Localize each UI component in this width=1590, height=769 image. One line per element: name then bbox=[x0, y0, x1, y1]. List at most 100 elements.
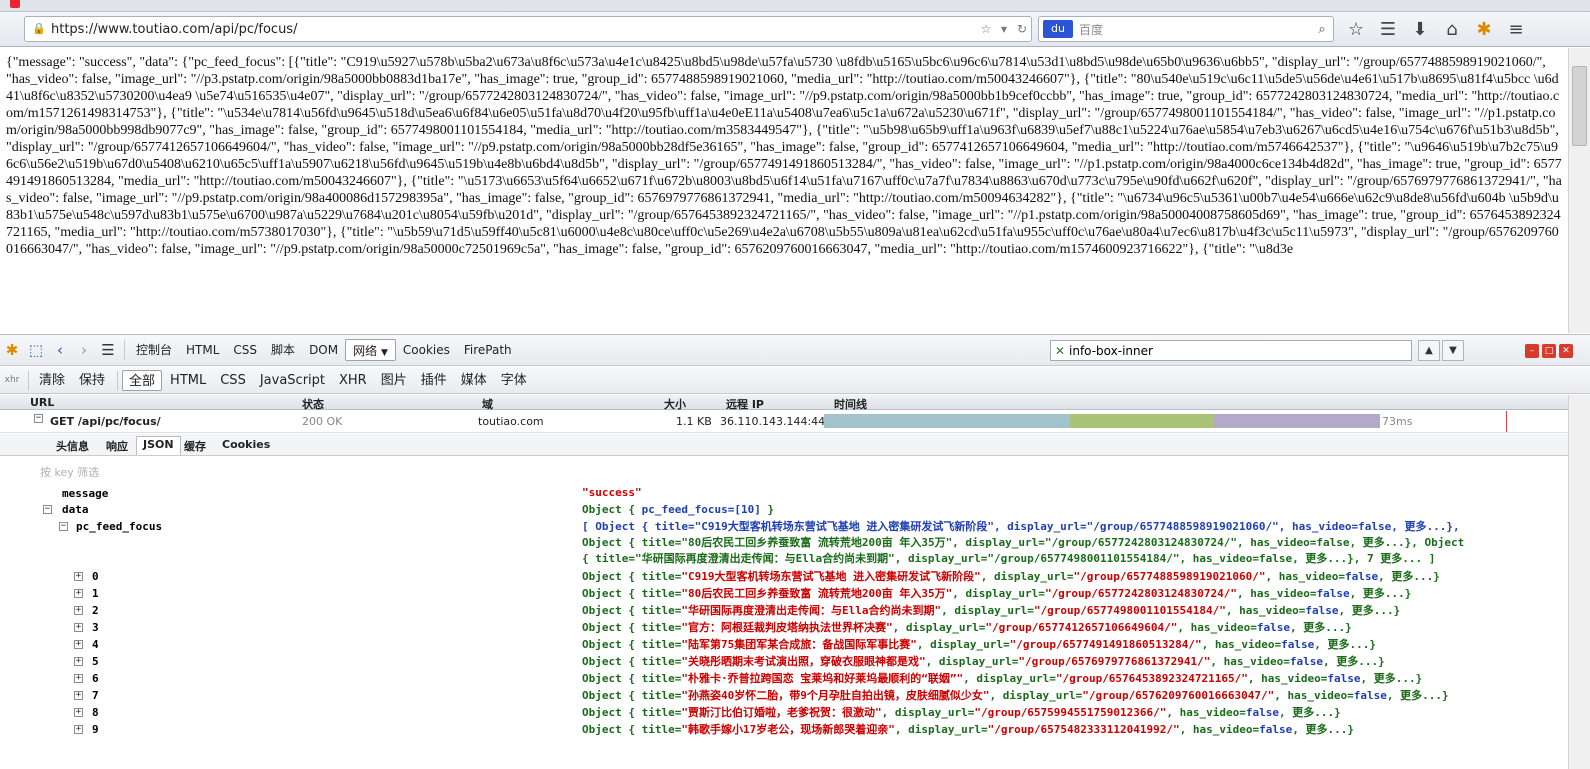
download-icon[interactable]: ⬇ bbox=[1404, 19, 1436, 40]
command-line-icon[interactable]: ☰ bbox=[96, 341, 120, 359]
more-label[interactable]: 更多... bbox=[1374, 672, 1416, 685]
clear-button[interactable]: 清除 bbox=[33, 370, 71, 391]
filter-plugins[interactable]: 插件 bbox=[415, 370, 453, 391]
expand-icon[interactable]: + bbox=[74, 674, 83, 683]
more-label[interactable]: 更多... bbox=[1352, 604, 1394, 617]
expand-icon[interactable]: + bbox=[74, 572, 83, 581]
filter-images[interactable]: 图片 bbox=[375, 370, 413, 391]
persist-button[interactable]: 保持 bbox=[73, 370, 111, 391]
tab-cookies[interactable]: Cookies bbox=[396, 339, 457, 361]
feed-item-index[interactable]: 5 bbox=[92, 655, 99, 669]
expand-icon[interactable]: + bbox=[74, 606, 83, 615]
dropdown-arrow-icon[interactable]: ▾ bbox=[995, 22, 1013, 36]
more-label[interactable]: 更多... bbox=[1336, 655, 1378, 668]
col-url[interactable]: URL bbox=[30, 396, 54, 409]
col-status[interactable]: 状态 bbox=[302, 396, 324, 412]
filter-xhr[interactable]: XHR bbox=[333, 370, 373, 391]
detach-icon[interactable]: □ bbox=[1542, 344, 1556, 358]
expand-icon[interactable]: + bbox=[74, 623, 83, 632]
subtab-response[interactable]: 响应 bbox=[100, 437, 134, 455]
close-icon[interactable]: ✕ bbox=[1559, 344, 1573, 358]
menu-icon[interactable]: ≡ bbox=[1500, 19, 1532, 40]
more-label[interactable]: 更多... bbox=[1391, 570, 1433, 583]
subtab-headers[interactable]: 头信息 bbox=[50, 437, 95, 455]
expand-icon[interactable]: + bbox=[74, 657, 83, 666]
json-filter-input[interactable]: 按 key 筛选 bbox=[40, 464, 99, 480]
more-label[interactable]: 更多... bbox=[1400, 689, 1442, 702]
firebug-search-box[interactable]: ✕ info-box-inner bbox=[1050, 340, 1412, 361]
filter-css[interactable]: CSS bbox=[214, 370, 252, 391]
more-label[interactable]: 更多... bbox=[1328, 638, 1370, 651]
firebug-bug-icon[interactable]: ✱ bbox=[0, 341, 24, 359]
search-bar[interactable]: du 百度 ⌕ bbox=[1038, 16, 1334, 42]
col-domain[interactable]: 域 bbox=[482, 396, 493, 412]
feed-item-index[interactable]: 3 bbox=[92, 621, 99, 635]
subtab-json[interactable]: JSON bbox=[136, 436, 181, 455]
filter-html[interactable]: HTML bbox=[164, 370, 212, 391]
home-icon[interactable]: ⌂ bbox=[1436, 19, 1468, 40]
firebug-icon[interactable]: ✱ bbox=[1468, 19, 1500, 40]
filter-all[interactable]: 全部 bbox=[122, 369, 163, 391]
filter-javascript[interactable]: JavaScript bbox=[254, 370, 331, 391]
feed-item-index[interactable]: 4 bbox=[92, 638, 99, 652]
search-icon[interactable]: ⌕ bbox=[1311, 22, 1333, 37]
request-row[interactable]: − GET /api/pc/focus/ 200 OK toutiao.com … bbox=[0, 411, 1568, 433]
more-label[interactable]: 更多... bbox=[1292, 706, 1334, 719]
request-label[interactable]: GET /api/pc/focus/ bbox=[50, 415, 161, 428]
timeline-segment-connecting bbox=[824, 414, 1070, 428]
search-next-button[interactable]: ▼ bbox=[1442, 340, 1464, 361]
inspect-icon[interactable]: ⬚ bbox=[24, 341, 48, 359]
subtab-cookies[interactable]: Cookies bbox=[216, 437, 276, 452]
search-input[interactable]: 百度 bbox=[1073, 21, 1311, 38]
col-size[interactable]: 大小 bbox=[664, 396, 686, 412]
tab-dom[interactable]: DOM bbox=[302, 339, 345, 361]
reload-icon[interactable]: ↻ bbox=[1013, 22, 1031, 36]
search-engine-icon[interactable]: du bbox=[1043, 20, 1073, 38]
feed-item-index[interactable]: 8 bbox=[92, 706, 99, 720]
expand-icon[interactable]: + bbox=[74, 725, 83, 734]
tab-css[interactable]: CSS bbox=[226, 339, 264, 361]
expand-icon[interactable]: + bbox=[74, 708, 83, 717]
col-remote-ip[interactable]: 远程 IP bbox=[726, 396, 764, 412]
search-prev-button[interactable]: ▲ bbox=[1418, 340, 1440, 361]
expand-icon[interactable]: + bbox=[74, 640, 83, 649]
subtab-cache[interactable]: 缓存 bbox=[178, 437, 212, 455]
bookmarks-list-icon[interactable]: ☰ bbox=[1372, 19, 1404, 40]
feed-item-index[interactable]: 7 bbox=[92, 689, 99, 703]
filter-fonts[interactable]: 字体 bbox=[495, 370, 533, 391]
more-label[interactable]: 更多... bbox=[1306, 723, 1348, 736]
collapse-icon[interactable]: − bbox=[43, 505, 52, 514]
tab-net[interactable]: 网络 ▼ bbox=[345, 339, 396, 361]
col-timeline[interactable]: 时间线 bbox=[834, 396, 867, 412]
feed-item-index[interactable]: 2 bbox=[92, 604, 99, 618]
expand-icon[interactable]: + bbox=[74, 589, 83, 598]
firebug-search-input[interactable]: info-box-inner bbox=[1069, 344, 1153, 358]
page-scrollbar[interactable] bbox=[1568, 48, 1590, 333]
more-label[interactable]: 更多... bbox=[1303, 621, 1345, 634]
bookmark-star-icon[interactable]: ☆ bbox=[1340, 19, 1372, 40]
feed-item-index[interactable]: 9 bbox=[92, 723, 99, 737]
feed-item-index[interactable]: 6 bbox=[92, 672, 99, 686]
more-label[interactable]: 更多... bbox=[1363, 587, 1405, 600]
tab-firepath[interactable]: FirePath bbox=[457, 339, 519, 361]
filter-media[interactable]: 媒体 bbox=[455, 370, 493, 391]
bookmark-star-small-icon[interactable]: ☆ bbox=[977, 22, 995, 36]
display-url-label: display_url= bbox=[908, 723, 988, 736]
feed-item-index[interactable]: 0 bbox=[92, 570, 99, 584]
page-scrollbar-thumb[interactable] bbox=[1572, 66, 1587, 146]
feed-item-index[interactable]: 1 bbox=[92, 587, 99, 601]
collapse-icon[interactable]: − bbox=[59, 522, 68, 531]
tab-console[interactable]: 控制台 bbox=[129, 339, 179, 361]
tab-favicon-icon[interactable] bbox=[10, 0, 20, 8]
address-bar[interactable]: 🔒 https://www.toutiao.com/api/pc/focus/ … bbox=[24, 16, 1032, 42]
collapse-icon[interactable]: − bbox=[34, 414, 43, 423]
back-icon[interactable]: ‹ bbox=[48, 341, 72, 359]
clear-search-icon[interactable]: ✕ bbox=[1051, 344, 1069, 358]
expand-icon[interactable]: + bbox=[74, 691, 83, 700]
tab-script[interactable]: 脚本 bbox=[264, 339, 302, 361]
minimize-icon[interactable]: – bbox=[1525, 344, 1539, 358]
firebug-panel-scrollbar[interactable] bbox=[1568, 395, 1590, 769]
address-url[interactable]: https://www.toutiao.com/api/pc/focus/ bbox=[51, 22, 977, 37]
tab-html[interactable]: HTML bbox=[179, 339, 226, 361]
forward-icon[interactable]: › bbox=[72, 341, 96, 359]
